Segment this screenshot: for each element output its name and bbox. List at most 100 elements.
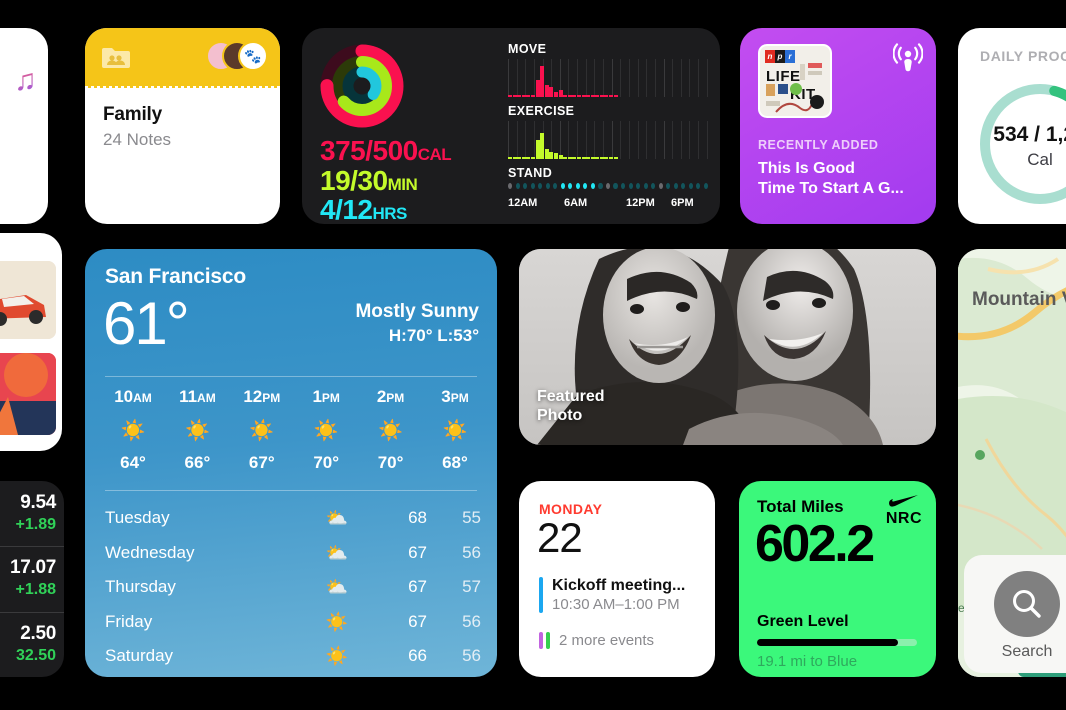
weather-day-high: 67	[408, 577, 427, 597]
stand-dot	[598, 183, 603, 189]
daily-progress-widget[interactable]: DAILY PROGRESS 534 / 1,27 Cal	[958, 28, 1066, 224]
stand-dot	[575, 183, 580, 189]
stock-row[interactable]: 2.50 32.50	[0, 611, 64, 677]
chart-bar	[590, 157, 595, 159]
sun-icon: ☀️	[325, 611, 349, 632]
chart-bar	[508, 157, 512, 159]
chart-bar	[553, 92, 558, 97]
weather-hour-temp: 70°	[313, 453, 340, 472]
nike-progress-track	[757, 639, 917, 646]
sun-icon: ☀️	[120, 420, 146, 442]
stock-change: +1.89	[15, 516, 56, 533]
calendar-widget[interactable]: MONDAY 22 Kickoff meeting... 10:30 AM–1:…	[519, 481, 715, 677]
weather-hour-label: 10AM	[114, 387, 152, 406]
sun-cloud-icon: ⛅	[325, 508, 349, 529]
weather-hour-cell: 3PM ☀️ 68°	[427, 387, 483, 473]
chart-bar	[544, 149, 549, 159]
map-search-button[interactable]: Search	[964, 555, 1066, 673]
chart-bar	[549, 87, 554, 97]
weather-hour-label: 12PM	[243, 387, 281, 406]
podcasts-widget[interactable]: npr LIFE KIT RECENTLY ADDED This Is Good…	[740, 28, 936, 224]
stand-dot	[530, 183, 535, 189]
activity-exercise-value: 19/30MIN	[320, 164, 418, 196]
axis-tick-label: 6AM	[564, 197, 588, 209]
album-art-sunset-thumbnail[interactable]	[0, 353, 56, 435]
axis-tick-label: 12PM	[626, 197, 655, 209]
weather-day-row: Tuesday ⛅ 68 55	[105, 501, 481, 536]
music-widget[interactable]: ♫	[0, 28, 48, 224]
calendar-more-events[interactable]: 2 more events	[539, 632, 654, 649]
stand-dot	[515, 183, 520, 189]
maps-widget[interactable]: Mountain V Ridge erve ds Search	[958, 249, 1066, 677]
stocks-widget[interactable]: 9.54 +1.89 17.07 +1.88 2.50 32.50	[0, 481, 64, 677]
stand-dot	[613, 183, 618, 189]
chart-bar	[563, 157, 568, 159]
podcast-art-decorations	[766, 63, 824, 113]
weather-current-temp: 61°	[103, 290, 190, 357]
sun-icon: ☀️	[184, 420, 210, 442]
weather-day-name: Wednesday	[105, 542, 195, 562]
weather-widget[interactable]: San Francisco 61° Mostly Sunny H:70° L:5…	[85, 249, 497, 677]
chart-bar	[521, 157, 526, 159]
chart-bar	[540, 132, 545, 159]
stand-dot	[636, 183, 641, 189]
nike-run-club-widget[interactable]: Total Miles 602.2 NRC Green Level 19.1 m…	[739, 481, 936, 677]
album-art-car-thumbnail[interactable]	[0, 261, 56, 339]
calendar-event[interactable]: Kickoff meeting... 10:30 AM–1:00 PM	[539, 577, 705, 613]
activity-charts: MOVE EXERCISE STAND 12AM 6AM 12PM 6PM	[508, 42, 708, 211]
notes-widget-header: 🐾	[85, 28, 280, 88]
chart-bar	[512, 157, 517, 159]
weather-condition: Mostly Sunny	[355, 301, 479, 322]
weather-hour-cell: 11AM ☀️ 66°	[169, 387, 225, 473]
activity-widget[interactable]: 375/500CAL 19/30MIN 4/12HRS MOVE EXERCIS…	[302, 28, 720, 224]
stand-dot	[553, 183, 558, 189]
stand-dot	[538, 183, 543, 189]
chart-bar	[586, 95, 591, 97]
stand-chart-label: STAND	[508, 166, 553, 180]
stand-dot	[628, 183, 633, 189]
stock-row[interactable]: 17.07 +1.88	[0, 546, 64, 611]
chart-bar	[530, 156, 535, 159]
weather-hour-cell: 1PM ☀️ 70°	[298, 387, 354, 473]
stand-dot	[560, 183, 565, 189]
activity-stand-value: 4/12HRS	[320, 194, 407, 224]
weather-hour-cell: 2PM ☀️ 70°	[363, 387, 419, 473]
chart-bar	[521, 95, 526, 97]
weather-day-low: 56	[462, 542, 481, 562]
event-color-bar	[539, 632, 543, 649]
stand-dot	[583, 183, 588, 189]
weather-hour-temp: 67°	[248, 453, 275, 472]
chart-bar	[581, 157, 586, 159]
sun-icon: ☀️	[378, 420, 404, 442]
calendar-date: 22	[537, 514, 583, 561]
nike-total-miles-value: 602.2	[755, 515, 875, 573]
stock-row[interactable]: 9.54 +1.89	[0, 481, 64, 546]
featured-photo-label: Featured Photo	[537, 387, 605, 424]
chart-bar	[572, 95, 577, 97]
photos-widget[interactable]: Featured Photo	[519, 249, 936, 445]
sun-cloud-icon: ⛅	[325, 542, 349, 563]
weather-hour-temp: 64°	[120, 453, 146, 472]
stand-dot	[545, 183, 550, 189]
media-widget[interactable]	[0, 233, 62, 451]
chart-bar	[581, 95, 586, 97]
axis-tick-label: 12AM	[508, 197, 538, 209]
weather-hourly-row: 10AM ☀️ 64° 11AM ☀️ 66° 12PM ☀️ 67° 1PM ☀️ 70° 2PM ☀️…	[105, 387, 483, 473]
notes-family-widget[interactable]: 🐾 Family 24 Notes	[85, 28, 280, 224]
weather-hour-temp: 66°	[184, 453, 211, 472]
chart-bar	[535, 80, 540, 97]
chart-bar	[586, 157, 591, 159]
stock-price: 2.50	[20, 622, 56, 644]
stand-dot	[568, 183, 573, 189]
chart-bar	[613, 95, 618, 97]
weather-day-high: 68	[408, 508, 427, 528]
weather-day-row: Saturday ☀️ 66 56	[105, 639, 481, 674]
activity-time-axis: 12AM 6AM 12PM 6PM	[508, 197, 708, 211]
avatar-stack: 🐾	[206, 41, 268, 71]
weather-hour-label: 2PM	[376, 387, 405, 406]
chart-bar	[563, 94, 568, 97]
chart-bar	[558, 155, 563, 159]
weather-hour-label: 3PM	[441, 387, 469, 406]
weather-hour-label: 1PM	[312, 387, 340, 406]
chart-bar	[558, 89, 563, 97]
